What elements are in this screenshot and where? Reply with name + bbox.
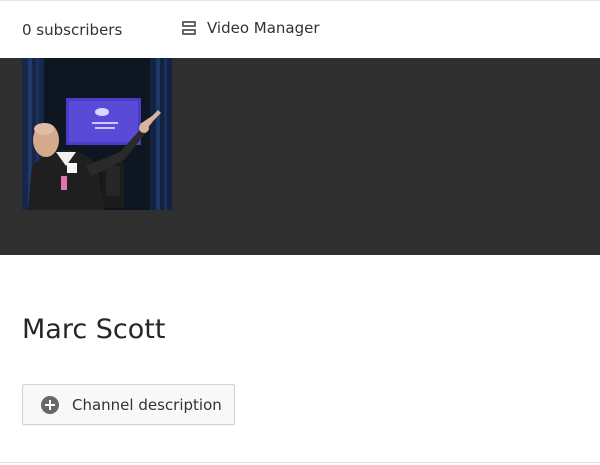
channel-name: Marc Scott xyxy=(22,314,166,346)
channel-description-button[interactable]: Channel description xyxy=(22,384,235,425)
channel-avatar[interactable] xyxy=(22,58,172,210)
video-manager-label: Video Manager xyxy=(207,19,320,37)
video-manager-link[interactable]: Video Manager xyxy=(181,19,320,37)
channel-top-bar: 0 subscribers Video Manager xyxy=(0,0,600,58)
channel-description-label: Channel description xyxy=(72,395,222,414)
subscriber-count: 0 subscribers xyxy=(22,21,123,39)
video-manager-icon xyxy=(181,20,197,36)
bottom-divider xyxy=(0,462,600,463)
plus-circle-icon xyxy=(40,395,60,415)
